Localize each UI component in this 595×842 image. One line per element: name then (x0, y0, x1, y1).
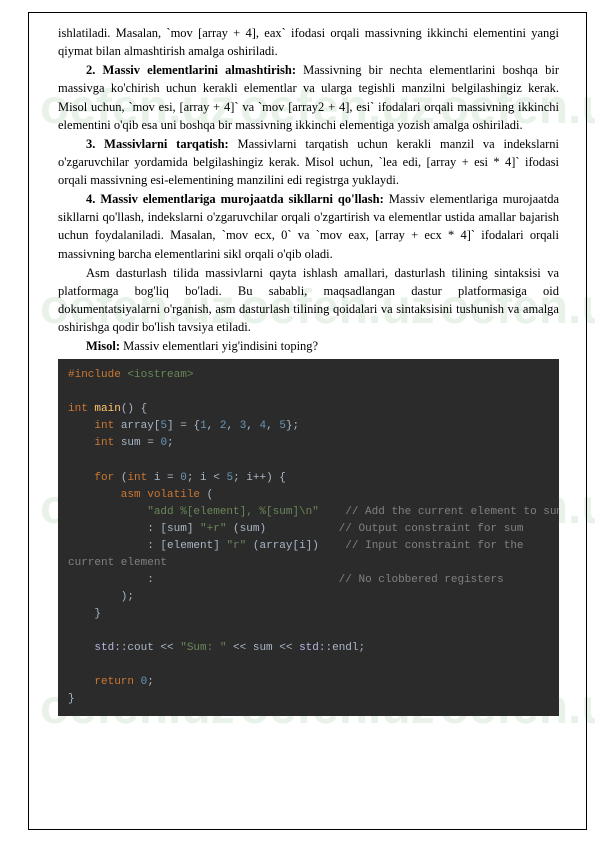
code-text: ] = { (167, 420, 200, 432)
code-text: ] (213, 540, 226, 552)
code-num: 5 (279, 420, 286, 432)
code-text: (sum) (226, 523, 266, 535)
code-text: }; (286, 420, 299, 432)
para2-title: 2. Massiv elementlarini almashtirish: (86, 63, 296, 77)
code-block: #include <iostream> int main() { int arr… (58, 359, 559, 716)
code-kw: int (68, 403, 88, 415)
code-text: () { (121, 403, 147, 415)
paragraph-5: Asm dasturlash tilida massivlarni qayta … (58, 264, 559, 337)
code-text: , (246, 420, 259, 432)
code-text: << sum << (226, 642, 299, 654)
code-text: , (207, 420, 220, 432)
code-text: ; i < (187, 472, 227, 484)
code-text: sum (167, 523, 187, 535)
code-text: : (68, 574, 154, 586)
code-include-kw: #include (68, 369, 121, 381)
code-kw: int (127, 472, 147, 484)
code-text: } (68, 608, 101, 620)
code-str: "r" (226, 540, 246, 552)
code-comment: // No clobbered registers (154, 574, 504, 586)
code-include-hdr: <iostream> (121, 369, 194, 381)
code-comment: current element (68, 557, 167, 569)
code-text: ( (114, 472, 127, 484)
para6-body: Massiv elementlari yig'indisini toping? (120, 339, 318, 353)
code-comment: // Add the current element to sum (319, 506, 559, 518)
code-text: } (68, 693, 75, 705)
code-text: ; i++) { (233, 472, 286, 484)
code-text: array (114, 420, 154, 432)
code-kw: return (68, 676, 141, 688)
code-ns: std (68, 642, 114, 654)
code-text: , (226, 420, 239, 432)
code-text: ); (68, 591, 134, 603)
code-str: "Sum: " (180, 642, 226, 654)
code-fn: main (88, 403, 121, 415)
para3-title: 3. Massivlarni tarqatish: (86, 137, 229, 151)
code-kw: for (68, 472, 114, 484)
code-kw: int (68, 420, 114, 432)
code-comment: // Input constraint for the (319, 540, 524, 552)
code-str: "add %[element], %[sum]\n" (68, 506, 319, 518)
code-text: ; (167, 437, 174, 449)
code-text: ] (187, 523, 200, 535)
paragraph-6: Misol: Massiv elementlari yig'indisini t… (58, 337, 559, 355)
para6-title: Misol: (86, 339, 120, 353)
code-ns: std (299, 642, 319, 654)
code-num: 0 (180, 472, 187, 484)
code-kw: int (68, 437, 114, 449)
code-num: 1 (200, 420, 207, 432)
code-str: "+r" (200, 523, 226, 535)
code-text: ::endl; (319, 642, 365, 654)
code-text: (array[i]) (246, 540, 319, 552)
code-text: : [ (68, 540, 167, 552)
code-kw: asm volatile (68, 489, 200, 501)
code-text: ::cout << (114, 642, 180, 654)
code-comment: // Output constraint for sum (266, 523, 523, 535)
code-text: , (266, 420, 279, 432)
code-text: sum = (114, 437, 160, 449)
paragraph-1: ishlatiladi. Masalan, `mov [array + 4], … (58, 24, 559, 60)
code-text: i = (147, 472, 180, 484)
code-text: : [ (68, 523, 167, 535)
code-text: element (167, 540, 213, 552)
code-text: ( (200, 489, 213, 501)
paragraph-3: 3. Massivlarni tarqatish: Massivlarni ta… (58, 135, 559, 189)
text-body: ishlatiladi. Masalan, `mov [array + 4], … (58, 24, 559, 355)
para4-title: 4. Massiv elementlariga murojaatda sikll… (86, 192, 384, 206)
code-text: ; (147, 676, 154, 688)
page-content: ishlatiladi. Masalan, `mov [array + 4], … (0, 0, 595, 736)
paragraph-2: 2. Massiv elementlarini almashtirish: Ma… (58, 61, 559, 134)
paragraph-4: 4. Massiv elementlariga murojaatda sikll… (58, 190, 559, 263)
